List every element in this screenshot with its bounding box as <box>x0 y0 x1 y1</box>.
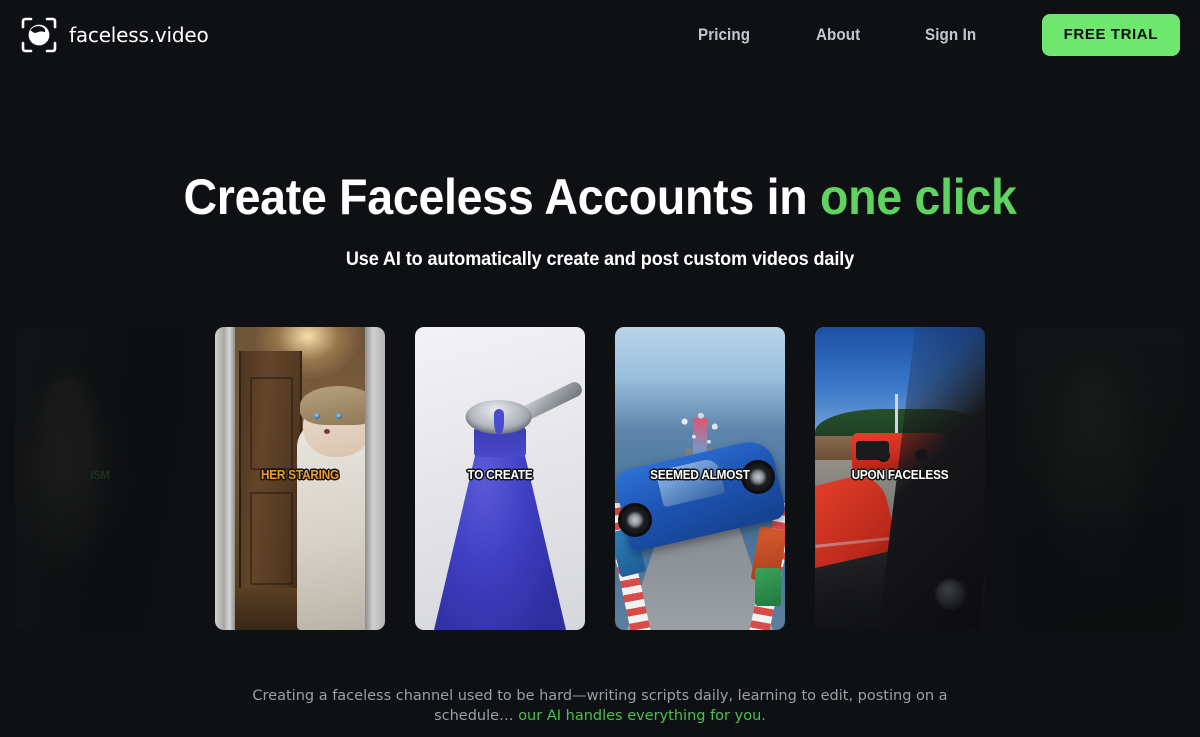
headline-plain: Create Faceless Accounts in <box>183 169 821 225</box>
video-thumbnail <box>1015 327 1185 630</box>
video-carousel[interactable]: ISM HER STARING TO CREATE SEEMED ALMOST … <box>0 327 1200 630</box>
landing-page: faceless.video Pricing About Sign In FRE… <box>0 0 1200 737</box>
video-caption: ISM <box>90 468 110 482</box>
face-scan-icon <box>20 16 58 54</box>
hero-subheadline: Use AI to automatically create and post … <box>345 249 855 270</box>
video-card-sand[interactable]: TO CREATE <box>415 327 585 630</box>
page-title: Create Faceless Accounts in one click <box>42 168 1158 226</box>
video-caption: TO CREATE <box>467 468 533 482</box>
site-header: faceless.video Pricing About Sign In FRE… <box>0 0 1200 70</box>
brand-logo[interactable]: faceless.video <box>20 16 209 54</box>
video-caption: HER STARING <box>260 468 340 482</box>
description-accent: our AI handles everything for you. <box>518 708 766 724</box>
video-card-dark-left[interactable]: ISM <box>15 327 185 630</box>
video-caption: SEEMED ALMOST <box>650 468 750 482</box>
free-trial-button[interactable]: FREE TRIAL <box>1041 14 1180 56</box>
hero-section: Create Faceless Accounts in one click Us… <box>0 168 1200 271</box>
nav-link-sign-in[interactable]: Sign In <box>925 18 976 53</box>
brand-name: faceless.video <box>69 23 209 47</box>
video-card-doll[interactable]: HER STARING <box>215 327 385 630</box>
main-navigation: Pricing About Sign In FREE TRIAL <box>698 14 1180 56</box>
nav-link-pricing[interactable]: Pricing <box>698 18 750 53</box>
video-card-supercar[interactable]: UPON FACELESS <box>815 327 985 630</box>
video-card-ramp[interactable]: SEEMED ALMOST <box>615 327 785 630</box>
video-caption: UPON FACELESS <box>851 468 949 482</box>
nav-link-about[interactable]: About <box>816 18 860 53</box>
video-card-dark-right[interactable] <box>1015 327 1185 630</box>
hero-description: Creating a faceless channel used to be h… <box>230 686 970 726</box>
headline-accent: one click <box>820 169 1017 225</box>
